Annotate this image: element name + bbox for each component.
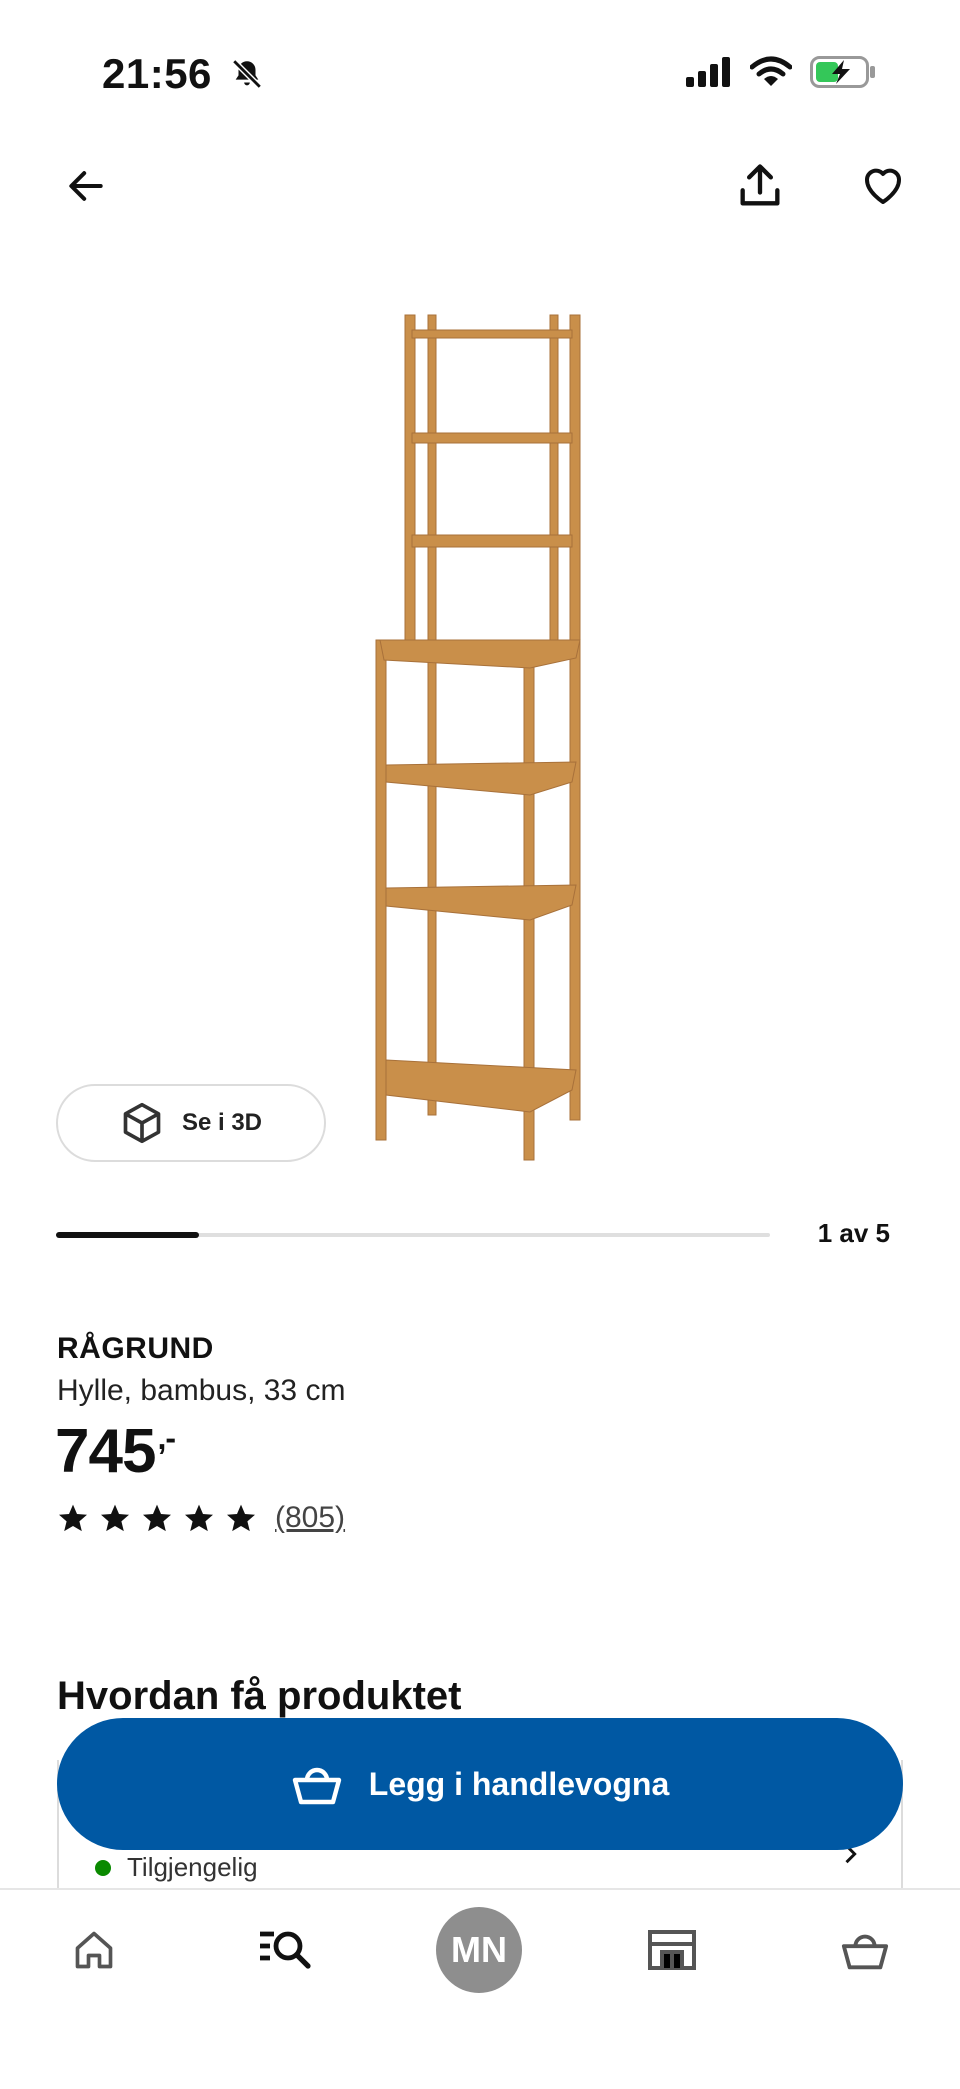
- add-to-cart-button[interactable]: Legg i handlevogna: [57, 1718, 903, 1850]
- avatar: MN: [436, 1907, 522, 1993]
- status-time: 21:56: [102, 50, 264, 101]
- product-name: RÅGRUND: [57, 1332, 214, 1365]
- product-rating[interactable]: (805): [57, 1501, 345, 1535]
- share-icon: [740, 164, 780, 206]
- price-suffix: ,-: [157, 1420, 176, 1456]
- store-icon: [648, 1930, 696, 1970]
- nav-search[interactable]: [226, 1890, 346, 2010]
- availability-status: Tilgjengelig: [95, 1852, 258, 1883]
- cellular-signal-icon: [686, 57, 730, 87]
- view-3d-button[interactable]: Se i 3D: [56, 1084, 326, 1162]
- nav-cart[interactable]: [805, 1890, 925, 2010]
- star-icon: [185, 1504, 213, 1532]
- product-image[interactable]: [340, 300, 610, 1170]
- status-icons: [686, 56, 876, 88]
- search-list-icon: [260, 1931, 311, 1969]
- battery-charging-icon: [810, 56, 875, 88]
- cart-basket-icon: [841, 1934, 889, 1970]
- arrow-left-icon: [69, 171, 103, 201]
- back-button[interactable]: [46, 146, 126, 226]
- nav-profile[interactable]: MN: [419, 1890, 539, 2010]
- gallery-position: 1 av 5: [817, 1218, 890, 1248]
- star-icon: [101, 1504, 129, 1532]
- product-description: Hylle, bambus, 33 cm: [57, 1374, 346, 1407]
- favorite-button[interactable]: [843, 146, 923, 226]
- nav-home[interactable]: [34, 1890, 154, 2010]
- availability-label: Tilgjengelig: [127, 1852, 258, 1882]
- view-3d-label: Se i 3D: [181, 1109, 263, 1136]
- gallery-progress: [56, 1232, 770, 1238]
- star-icon: [227, 1504, 255, 1532]
- bottom-navigation: MN: [0, 1888, 960, 2089]
- price-value: 745: [55, 1417, 156, 1486]
- shopping-basket-icon: [292, 1767, 341, 1805]
- review-count-link[interactable]: (805): [275, 1501, 345, 1535]
- available-dot-icon: [95, 1859, 111, 1876]
- wifi-icon: [750, 56, 792, 86]
- product-price: 745 ,-: [55, 1416, 176, 1487]
- delivery-section-title: Hvordan få produktet: [57, 1674, 462, 1718]
- star-icon: [59, 1504, 87, 1532]
- home-icon: [75, 1931, 113, 1969]
- nav-store[interactable]: [612, 1890, 732, 2010]
- gallery-progress-fill: [56, 1232, 199, 1238]
- heart-icon: [865, 168, 901, 204]
- bell-muted-icon: [230, 53, 264, 101]
- add-to-cart-label: Legg i handlevogna: [368, 1765, 670, 1802]
- cube-3d-icon: [123, 1102, 161, 1144]
- rating-stars: [57, 1502, 257, 1534]
- share-button[interactable]: [720, 146, 800, 226]
- star-icon: [143, 1504, 171, 1532]
